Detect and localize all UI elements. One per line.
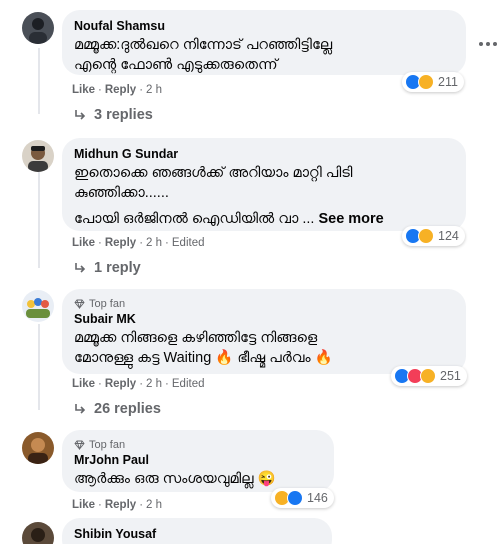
view-replies-link[interactable]: 26 replies — [74, 401, 161, 417]
comment-actions: Like · Reply · 2 h — [72, 499, 163, 511]
comment-actions: Like · Reply · 2 h · Edited — [72, 237, 205, 249]
reaction-count: 124 — [438, 229, 459, 243]
comment-bubble: Top fan Subair MK മമ്മൂക്ക നിങ്ങളെ കഴിഞ്… — [62, 289, 466, 374]
comment-bubble: Top fan MrJohn Paul ആർക്കും ഒരു സംശയവുമി… — [62, 430, 334, 492]
reaction-summary[interactable]: 146 — [271, 488, 334, 508]
replies-label: 1 reply — [94, 260, 141, 276]
like-button[interactable]: Like — [72, 499, 95, 511]
diamond-icon — [74, 299, 85, 309]
avatar[interactable] — [22, 12, 54, 44]
comment-actions: Like · Reply · 2 h · Edited — [72, 378, 205, 390]
diamond-icon — [74, 440, 85, 450]
reaction-summary[interactable]: 211 — [402, 72, 464, 92]
comment-author[interactable]: Subair MK — [74, 311, 454, 328]
comment-timestamp[interactable]: 2 h — [146, 237, 162, 249]
edited-label: Edited — [171, 378, 205, 390]
reply-button[interactable]: Reply — [105, 378, 136, 390]
avatar[interactable] — [22, 290, 54, 322]
reply-arrow-icon — [75, 110, 86, 120]
thread-line — [38, 172, 40, 268]
reply-button[interactable]: Reply — [105, 237, 136, 249]
view-replies-link[interactable]: 3 replies — [74, 107, 153, 123]
reaction-summary[interactable]: 251 — [391, 366, 467, 386]
haha-reaction-icon — [418, 74, 434, 90]
haha-reaction-icon — [420, 368, 436, 384]
top-fan-badge: Top fan — [74, 438, 322, 452]
comment-text: പോയി ഒർജിനൽ ഐഡിയിൽ വാ ... — [74, 211, 315, 227]
reply-button[interactable]: Reply — [105, 499, 136, 511]
comment-text-line: എന്റെ ഫോൺ എടുക്കരുതെന്ന് — [74, 57, 278, 73]
reply-arrow-icon — [75, 263, 86, 273]
thread-line — [38, 48, 40, 114]
comment-bubble: Midhun G Sundar ഇതൊക്കെ ഞങ്ങൾക്ക് അറിയാം… — [62, 138, 466, 231]
see-more-link[interactable]: See more — [318, 211, 383, 227]
like-button[interactable]: Like — [72, 237, 95, 249]
comment-text-line: കുഞ്ഞിക്കാ...... — [74, 185, 169, 201]
reaction-count: 146 — [307, 491, 328, 505]
avatar[interactable] — [22, 522, 54, 544]
reply-arrow-icon — [75, 404, 86, 414]
top-fan-badge: Top fan — [74, 297, 454, 311]
reply-button[interactable]: Reply — [105, 84, 136, 96]
like-button[interactable]: Like — [72, 378, 95, 390]
reaction-summary[interactable]: 124 — [402, 226, 465, 246]
comment-actions: Like · Reply · 2 h — [72, 84, 163, 96]
comment-timestamp[interactable]: 2 h — [146, 499, 162, 511]
reaction-count: 211 — [438, 75, 458, 89]
comment-text-line: ഇതൊക്കെ ഞങ്ങൾക്ക് അറിയാം മാറ്റി പിടി — [74, 165, 353, 181]
view-replies-link[interactable]: 1 reply — [74, 260, 141, 276]
thread-line — [38, 324, 40, 410]
comment-timestamp[interactable]: 2 h — [146, 84, 162, 96]
like-button[interactable]: Like — [72, 84, 95, 96]
comment-author[interactable]: Midhun G Sundar — [74, 146, 454, 163]
comment-text-line: ആർക്കും ഒരു സംശയവുമില്ല 😜 — [74, 471, 276, 487]
edited-label: Edited — [171, 237, 205, 249]
replies-label: 3 replies — [94, 107, 153, 123]
comment-bubble: Noufal Shamsu മമ്മൂക്ക:ദുൽഖറെ നിന്നോട് പ… — [62, 10, 466, 75]
comment-text-line: മമ്മൂക്ക നിങ്ങളെ കഴിഞ്ഞിട്ടേ നിങ്ങളെ — [74, 330, 318, 346]
comment-author[interactable]: MrJohn Paul — [74, 452, 322, 469]
replies-label: 26 replies — [94, 401, 161, 417]
comment-text-line: പോയി ഒർജിനൽ ഐഡിയിൽ വാ ... See more — [74, 209, 454, 229]
comment-author[interactable]: Shibin Yousaf — [74, 526, 320, 543]
like-reaction-icon — [287, 490, 303, 506]
reaction-count: 251 — [440, 369, 461, 383]
haha-reaction-icon — [418, 228, 434, 244]
more-options-icon[interactable] — [478, 36, 498, 52]
comment-text-line: മോനുള്ളു കട്ട Waiting 🔥 ഭീഷ്മ പർവം 🔥 — [74, 350, 333, 366]
comment-bubble: Shibin Yousaf — [62, 518, 332, 544]
comment-text-line: മമ്മൂക്ക:ദുൽഖറെ നിന്നോട് പറഞ്ഞിട്ടില്ലേ — [74, 37, 333, 53]
avatar[interactable] — [22, 432, 54, 464]
comment-author[interactable]: Noufal Shamsu — [74, 18, 454, 35]
comment-timestamp[interactable]: 2 h — [146, 378, 162, 390]
avatar[interactable] — [22, 140, 54, 172]
